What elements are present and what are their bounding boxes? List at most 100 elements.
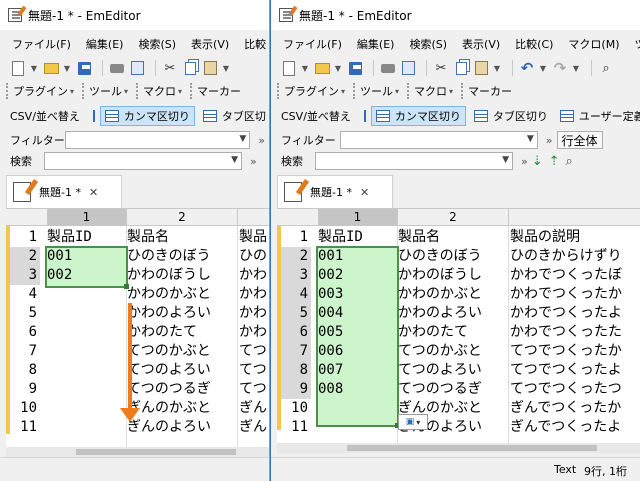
grid-cell[interactable]: かわのよろい (127, 304, 235, 323)
grid-cell[interactable]: てつでつくったつ (510, 380, 640, 399)
menu-view[interactable]: 表示(V) (191, 36, 229, 52)
line-number[interactable]: 3 (10, 266, 40, 285)
grid-cell[interactable]: ぎん (239, 418, 269, 437)
open-dropdown-icon[interactable]: ▼ (63, 64, 71, 73)
grid-cell[interactable]: 製品ID (318, 228, 396, 247)
grid-cell[interactable]: かわ (239, 323, 269, 342)
line-number[interactable]: 1 (10, 228, 40, 247)
grid-cell[interactable]: かわのたて (127, 323, 235, 342)
menu-search[interactable]: 検索(S) (138, 36, 176, 52)
grid-cell[interactable]: てつのよろい (127, 361, 235, 380)
menu-edit[interactable]: 編集(E) (357, 36, 395, 52)
line-number[interactable]: 11 (281, 418, 311, 437)
grid-cell[interactable]: 製品 (239, 228, 269, 247)
line-number[interactable]: 7 (281, 342, 311, 361)
close-icon[interactable]: ✕ (360, 186, 369, 199)
redo-dropdown-icon[interactable]: ▼ (572, 64, 580, 73)
grid-cell[interactable]: かわ (239, 285, 269, 304)
document-tab[interactable]: 無題-1 * ✕ (277, 175, 393, 208)
toolbar-grip[interactable] (82, 83, 85, 99)
grid-cell[interactable]: 製品名 (127, 228, 235, 247)
grid-cell[interactable]: ぎんのかぶと (127, 399, 235, 418)
csv-sort-button[interactable]: CSV/並べ替え (6, 106, 84, 126)
line-number[interactable]: 2 (281, 247, 311, 266)
grid-cell[interactable]: 001 (318, 247, 396, 266)
toolbar-grip[interactable] (190, 83, 193, 99)
scrollbar-thumb[interactable] (347, 445, 597, 451)
copy-button[interactable] (182, 60, 198, 76)
filter-scope-select[interactable]: 行全体 (556, 131, 603, 149)
grid-cell[interactable]: 製品ID (47, 228, 125, 247)
grid-cell[interactable]: てつでつくったか (510, 342, 640, 361)
print-preview-button[interactable] (400, 60, 416, 76)
grid-cell[interactable]: かわのぼうし (127, 266, 235, 285)
grid-cell[interactable]: かわ (239, 266, 269, 285)
scrollbar-thumb[interactable] (76, 449, 236, 455)
grid-cell[interactable]: 006 (318, 342, 396, 361)
new-dropdown-icon[interactable]: ▼ (30, 64, 38, 73)
menu-view[interactable]: 表示(V) (462, 36, 500, 52)
line-number[interactable]: 4 (281, 285, 311, 304)
grid-cell[interactable]: 004 (318, 304, 396, 323)
grid-cell[interactable]: かわでつくったぼ (510, 266, 640, 285)
document-tab[interactable]: 無題-1 * ✕ (6, 175, 122, 208)
grid-cell[interactable]: てつのかぶと (398, 342, 506, 361)
menu-search[interactable]: 検索(S) (409, 36, 447, 52)
column-header-2[interactable]: 2 (398, 209, 508, 226)
column-header-1[interactable]: 1 (318, 209, 397, 226)
comma-separated-button[interactable]: カンマ区切り (99, 106, 195, 126)
menu-file[interactable]: ファイル(F) (283, 36, 342, 52)
comma-separated-button[interactable]: カンマ区切り (370, 106, 466, 126)
new-dropdown-icon[interactable]: ▼ (301, 64, 309, 73)
close-icon[interactable]: ✕ (89, 186, 98, 199)
menu-compare[interactable]: 比較 (244, 36, 266, 52)
print-button[interactable] (380, 60, 396, 76)
grid-cell[interactable]: てつのかぶと (127, 342, 235, 361)
grid-cell[interactable]: かわのぼうし (398, 266, 506, 285)
toolbar-grip[interactable] (353, 83, 356, 99)
menu-tools[interactable]: ツ (635, 36, 640, 52)
grid-cell[interactable]: てつのつるぎ (398, 380, 506, 399)
line-number[interactable]: 5 (281, 304, 311, 323)
grid-cell[interactable]: ぎんでつくったか (510, 399, 640, 418)
toolbar-grip[interactable] (407, 83, 410, 99)
line-number[interactable]: 2 (10, 247, 40, 266)
grid-cell[interactable]: ひのきのぼう (398, 247, 506, 266)
grid-cell[interactable]: ひのきからけずり (510, 247, 640, 266)
macros-menu[interactable]: マクロ (414, 83, 447, 99)
grid-cell[interactable]: てつのよろい (398, 361, 506, 380)
grid-cell[interactable]: てつ (239, 361, 269, 380)
chevron-right-icon[interactable]: » (250, 155, 257, 168)
toolbar-grip[interactable] (461, 83, 464, 99)
line-number[interactable]: 3 (281, 266, 311, 285)
grid-cell[interactable]: ひの (239, 247, 269, 266)
line-number[interactable]: 10 (10, 399, 40, 418)
grid-cell[interactable]: ひのきのぼう (127, 247, 235, 266)
search-icon[interactable]: ⌕ (598, 60, 614, 76)
line-number[interactable]: 9 (10, 380, 40, 399)
menu-compare[interactable]: 比較(C) (515, 36, 553, 52)
toolbar-grip[interactable] (277, 83, 280, 99)
grid-cell[interactable]: 007 (318, 361, 396, 380)
line-number[interactable]: 6 (10, 323, 40, 342)
grid-cell[interactable]: てつでつくったよ (510, 361, 640, 380)
copy-button[interactable] (453, 60, 469, 76)
grid-cell[interactable]: てつ (239, 342, 269, 361)
csv-editor-grid[interactable]: 1 2 1 2 3 4 5 6 7 8 9 10 11 製品ID 001 002 003 004 005 006… (277, 208, 640, 453)
save-button[interactable] (347, 60, 363, 76)
line-number[interactable]: 5 (10, 304, 40, 323)
menu-macros[interactable]: マクロ(M) (568, 36, 619, 52)
line-number[interactable]: 4 (10, 285, 40, 304)
toolbar-grip[interactable] (136, 83, 139, 99)
tools-menu[interactable]: ツール (360, 83, 393, 99)
grid-cell[interactable]: てつ (239, 380, 269, 399)
filter-input[interactable]: ▼ (339, 131, 538, 149)
line-number[interactable]: 11 (10, 418, 40, 437)
undo-dropdown-icon[interactable]: ▼ (539, 64, 547, 73)
grid-cell[interactable]: ぎんのよろい (127, 418, 235, 437)
grid-cell[interactable]: てつのつるぎ (127, 380, 235, 399)
grid-cell[interactable]: かわのかぶと (398, 285, 506, 304)
chevron-right-icon[interactable]: » (546, 134, 553, 147)
line-number[interactable]: 7 (10, 342, 40, 361)
line-number[interactable]: 8 (10, 361, 40, 380)
